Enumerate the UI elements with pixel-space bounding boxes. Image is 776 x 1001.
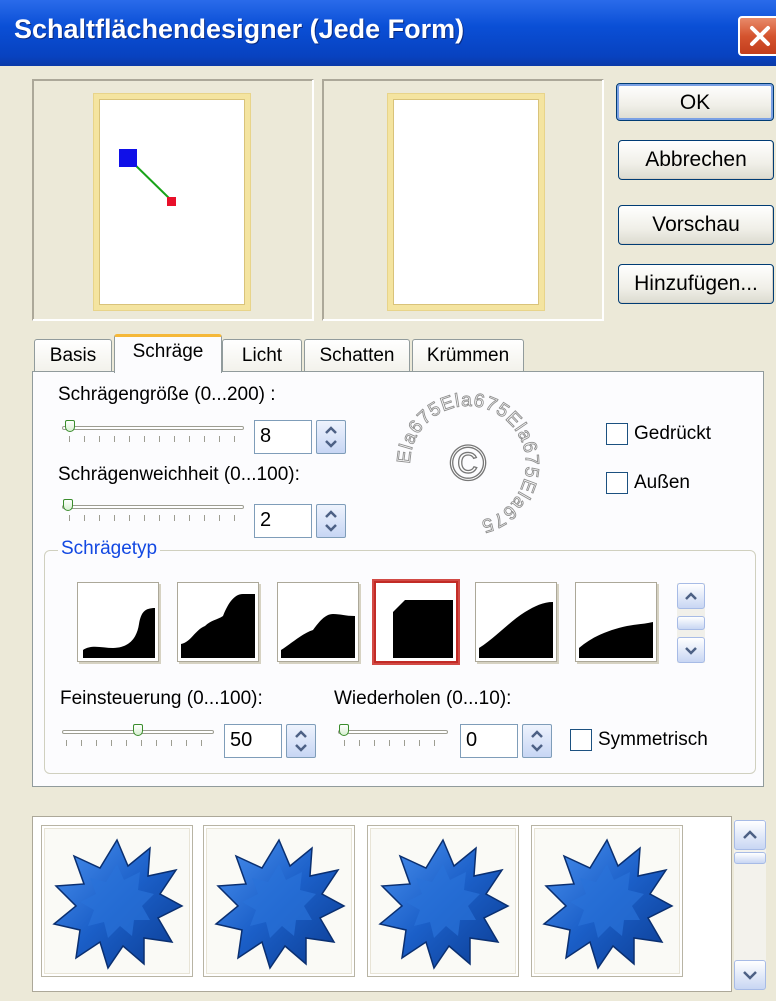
bevel-size-slider-track[interactable]: [62, 426, 244, 430]
symmetric-label: Symmetrisch: [598, 729, 708, 750]
preset-thumbnail-1[interactable]: [42, 826, 192, 976]
preset-scroll-thumb[interactable]: [734, 852, 766, 864]
bevel-softness-spinner[interactable]: [316, 504, 346, 538]
bevel-type-label: Schrägetyp: [58, 538, 161, 560]
bevel-size-label: Schrägengröße (0...200) :: [58, 384, 276, 405]
add-button[interactable]: Hinzufügen...: [618, 264, 774, 304]
bevel-softness-label: Schrägenweichheit (0...100):: [58, 464, 300, 485]
repeat-slider-track[interactable]: [338, 730, 448, 734]
chevron-up-icon: [685, 592, 697, 600]
watermark-copyright-symbol: ©: [450, 435, 487, 491]
bevel-profile-3-icon: [281, 614, 355, 658]
chevron-down-icon: [685, 647, 697, 655]
fine-control-label: Feinsteuerung (0...100):: [60, 688, 263, 709]
repeat-slider-thumb[interactable]: [339, 724, 349, 736]
fine-control-input[interactable]: 50: [224, 724, 282, 758]
light-target-handle: [167, 197, 176, 206]
tab-basis[interactable]: Basis: [34, 339, 112, 373]
spin-arrows-icon: [325, 426, 337, 448]
bevel-type-scroll-thumb[interactable]: [677, 616, 705, 630]
cancel-button[interactable]: Abbrechen: [618, 140, 774, 180]
bevel-profile-1-icon: [83, 608, 155, 658]
fine-control-ticks: [66, 740, 212, 746]
tab-curve[interactable]: Krümmen: [412, 339, 524, 373]
repeat-label: Wiederholen (0...10):: [334, 688, 512, 709]
light-direction-handle[interactable]: [99, 99, 235, 295]
repeat-spinner[interactable]: [522, 724, 552, 758]
ok-button[interactable]: OK: [616, 83, 774, 121]
repeat-ticks: [344, 740, 448, 746]
preset-scroll-up[interactable]: [734, 820, 766, 850]
bevel-profile-5-icon: [479, 602, 553, 658]
close-button[interactable]: [738, 16, 776, 56]
watermark-logo: Ela675Ela675Ela675Ela675 ©: [388, 384, 548, 544]
fine-control-slider-thumb[interactable]: [133, 724, 143, 736]
bevel-type-3[interactable]: [278, 583, 358, 661]
bevel-profile-2-icon: [181, 594, 255, 658]
bevel-type-scroll-up[interactable]: [677, 583, 705, 609]
chevron-down-icon: [743, 971, 757, 980]
fine-control-spinner[interactable]: [286, 724, 316, 758]
pressed-label: Gedrückt: [634, 423, 712, 444]
preset-thumbnail-4[interactable]: [532, 826, 682, 976]
spin-arrows-icon: [325, 510, 337, 532]
window-title: Schaltflächendesigner (Jede Form): [14, 14, 465, 44]
bevel-size-spinner[interactable]: [316, 420, 346, 454]
bevel-type-scroll-down[interactable]: [677, 637, 705, 663]
chevron-up-icon: [743, 830, 757, 839]
bevel-softness-input[interactable]: 2: [254, 504, 312, 538]
preset-scroll-down[interactable]: [734, 960, 766, 990]
bevel-softness-slider-thumb[interactable]: [63, 499, 73, 511]
bevel-profile-6-icon: [579, 622, 653, 658]
repeat-input[interactable]: 0: [460, 724, 518, 758]
light-source-handle: [119, 149, 137, 167]
preview-button[interactable]: Vorschau: [618, 205, 774, 245]
tab-bevel[interactable]: Schräge: [114, 334, 222, 373]
outside-label: Außen: [634, 472, 690, 493]
tab-shadow[interactable]: Schatten: [304, 339, 410, 373]
tab-light[interactable]: Licht: [222, 339, 302, 373]
close-icon: [750, 26, 770, 46]
bevel-size-ticks: [69, 436, 241, 442]
symmetric-checkbox[interactable]: [570, 729, 592, 751]
bevel-softness-slider-track[interactable]: [62, 505, 244, 509]
spin-arrows-icon: [295, 730, 307, 752]
bevel-profile-4-icon: [393, 600, 453, 658]
outside-checkbox[interactable]: [606, 472, 628, 494]
bevel-size-input[interactable]: 8: [254, 420, 312, 454]
bevel-size-slider-thumb[interactable]: [65, 420, 75, 432]
spin-arrows-icon: [531, 730, 543, 752]
bevel-type-5[interactable]: [476, 583, 556, 661]
bevel-type-4-selected[interactable]: [376, 583, 456, 661]
original-preview-canvas[interactable]: [94, 94, 250, 310]
preset-thumbnail-2[interactable]: [204, 826, 354, 976]
bevel-type-1[interactable]: [78, 583, 158, 661]
pressed-checkbox[interactable]: [606, 423, 628, 445]
preset-thumbnail-3[interactable]: [368, 826, 518, 976]
result-preview-canvas: [388, 94, 544, 310]
bevel-softness-ticks: [69, 515, 241, 521]
bevel-type-6[interactable]: [576, 583, 656, 661]
bevel-type-2[interactable]: [178, 583, 258, 661]
